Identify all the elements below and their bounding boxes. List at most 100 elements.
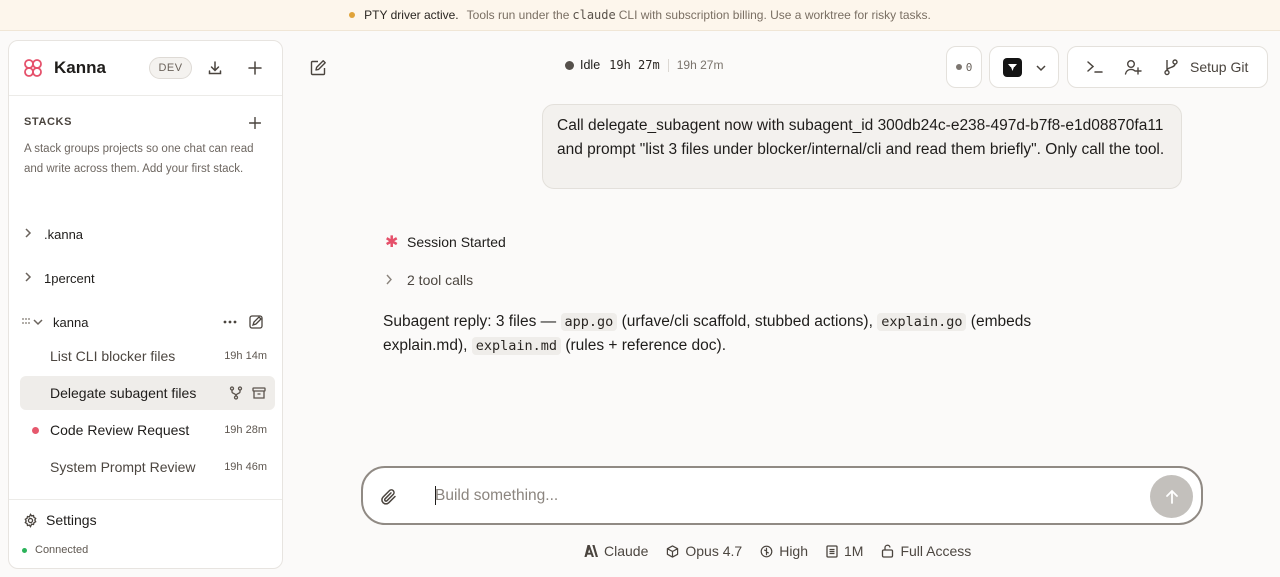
project-item-1percent[interactable]: 1percent bbox=[24, 268, 95, 288]
provider-label: Claude bbox=[604, 543, 649, 559]
tool-calls-label: 2 tool calls bbox=[407, 272, 474, 288]
reply-text: (rules + reference doc). bbox=[565, 337, 727, 354]
composer bbox=[361, 466, 1203, 525]
unread-dot-icon bbox=[32, 426, 39, 434]
session-status: Idle 19h 27m 19h 27m bbox=[565, 58, 723, 72]
document-lines-icon bbox=[826, 544, 838, 558]
chevron-right-icon bbox=[24, 227, 38, 241]
chat-time: 19h 46m bbox=[224, 461, 267, 473]
divider bbox=[667, 58, 669, 72]
provider-select[interactable] bbox=[989, 46, 1059, 88]
chat-item-list-cli-blocker-files[interactable]: List CLI blocker files 19h 14m bbox=[20, 339, 275, 373]
more-options-icon[interactable] bbox=[219, 311, 241, 333]
gear-icon bbox=[24, 512, 37, 528]
chevron-right-icon bbox=[385, 272, 407, 288]
banner-title: PTY driver active. bbox=[364, 8, 459, 22]
reply-text: (urfave/cli scaffold, stubbed actions), bbox=[621, 313, 873, 330]
chat-title: System Prompt Review bbox=[50, 459, 196, 475]
assistant-reply: Subagent reply: 3 files — app.go (urfave… bbox=[383, 310, 1103, 358]
inline-code: explain.go bbox=[877, 313, 967, 331]
effort-option[interactable]: High bbox=[760, 543, 808, 559]
effort-label: High bbox=[779, 543, 808, 559]
provider-option[interactable]: Claude bbox=[584, 543, 648, 559]
arrow-up-icon bbox=[1165, 489, 1178, 504]
banner-text-before: Tools run under the bbox=[466, 8, 570, 22]
cube-icon bbox=[667, 544, 679, 558]
context-option[interactable]: 1M bbox=[826, 543, 863, 559]
env-badge[interactable]: DEV bbox=[149, 57, 192, 79]
add-stack-plus-icon[interactable] bbox=[244, 112, 266, 134]
chat-item-system-prompt-review[interactable]: System Prompt Review 19h 46m bbox=[20, 450, 275, 484]
access-option[interactable]: Full Access bbox=[881, 543, 971, 559]
stacks-description: A stack groups projects so one chat can … bbox=[24, 143, 254, 175]
chat-title: List CLI blocker files bbox=[50, 348, 176, 364]
provider-logo-icon bbox=[1003, 58, 1022, 77]
connection-status: Connected bbox=[22, 544, 88, 556]
idle-dot-icon bbox=[565, 60, 574, 70]
project-item-kanna[interactable]: kanna bbox=[21, 312, 88, 332]
model-label: Opus 4.7 bbox=[685, 543, 743, 559]
project-label: kanna bbox=[53, 314, 89, 330]
chat-item-delegate-subagent-files[interactable]: Delegate subagent files bbox=[20, 376, 275, 410]
brain-icon bbox=[760, 545, 773, 557]
archive-icon[interactable] bbox=[252, 386, 266, 405]
compose-icon[interactable] bbox=[307, 56, 329, 78]
queue-dot-icon bbox=[955, 64, 962, 70]
anthropic-icon bbox=[584, 545, 598, 557]
new-project-plus-icon[interactable] bbox=[244, 57, 266, 79]
sidebar-header: Kanna DEV bbox=[9, 41, 282, 96]
warning-dot-icon bbox=[349, 12, 356, 18]
user-message: Call delegate_subagent now with subagent… bbox=[542, 104, 1182, 189]
access-label: Full Access bbox=[900, 543, 972, 559]
attach-paperclip-icon[interactable] bbox=[379, 487, 399, 512]
chat-time: 19h 28m bbox=[224, 424, 267, 436]
asterisk-icon: ✱ bbox=[385, 234, 399, 251]
send-button[interactable] bbox=[1150, 475, 1193, 518]
git-branch-icon[interactable] bbox=[1163, 58, 1179, 81]
elapsed-timer: 19h 27m bbox=[609, 58, 660, 72]
session-started-row: ✱ Session Started bbox=[385, 232, 506, 252]
settings-label: Settings bbox=[46, 512, 97, 528]
model-option[interactable]: Opus 4.7 bbox=[666, 543, 742, 559]
stacks-heading: STACKS bbox=[24, 116, 73, 128]
sidebar-footer: Settings Connected bbox=[9, 499, 282, 568]
settings-button[interactable]: Settings bbox=[23, 512, 97, 528]
inline-code: app.go bbox=[560, 313, 618, 331]
session-started-label: Session Started bbox=[407, 234, 506, 250]
queue-count-badge[interactable]: 0 bbox=[946, 46, 982, 88]
new-chat-icon[interactable] bbox=[245, 311, 267, 333]
context-label: 1M bbox=[844, 543, 864, 559]
fork-chat-icon[interactable] bbox=[229, 386, 243, 405]
add-user-icon[interactable] bbox=[1124, 58, 1142, 81]
terminal-icon[interactable] bbox=[1086, 59, 1104, 80]
message-input[interactable] bbox=[435, 482, 1035, 509]
chevron-right-icon bbox=[24, 271, 38, 285]
status-label: Idle bbox=[580, 58, 601, 72]
chevron-down-icon bbox=[33, 315, 47, 329]
chat-title: Delegate subagent files bbox=[50, 385, 197, 401]
status-banner: PTY driver active. Tools run under the c… bbox=[0, 0, 1280, 31]
connected-dot-icon bbox=[22, 547, 27, 553]
chat-title: Code Review Request bbox=[50, 422, 190, 438]
banner-code: claude bbox=[572, 8, 616, 22]
download-icon[interactable] bbox=[204, 57, 226, 79]
tool-calls-toggle[interactable]: 2 tool calls bbox=[385, 272, 473, 288]
setup-git-button[interactable]: Setup Git bbox=[1190, 59, 1248, 75]
chevron-down-icon bbox=[1035, 61, 1047, 79]
drag-handle-icon[interactable] bbox=[21, 315, 31, 330]
project-label: 1percent bbox=[44, 270, 95, 286]
composer-options: Claude Opus 4.7 High 1M Full Access bbox=[584, 541, 989, 561]
brand-name: Kanna bbox=[54, 58, 106, 77]
chat-time: 19h 14m bbox=[224, 350, 267, 362]
sidebar: Kanna DEV STACKS A stack groups projects… bbox=[8, 40, 283, 569]
queue-count: 0 bbox=[965, 60, 973, 74]
unlock-icon bbox=[882, 544, 894, 558]
project-label: .kanna bbox=[44, 226, 84, 242]
connection-label: Connected bbox=[35, 544, 89, 556]
tools-group: Setup Git bbox=[1067, 46, 1268, 88]
banner-text-after: CLI with subscription billing. Use a wor… bbox=[618, 8, 931, 22]
project-item-dot-kanna[interactable]: .kanna bbox=[24, 224, 83, 244]
reply-text: Subagent reply: 3 files — bbox=[383, 313, 557, 330]
elapsed-secondary: 19h 27m bbox=[676, 58, 724, 72]
chat-item-code-review-request[interactable]: Code Review Request 19h 28m bbox=[20, 413, 275, 447]
